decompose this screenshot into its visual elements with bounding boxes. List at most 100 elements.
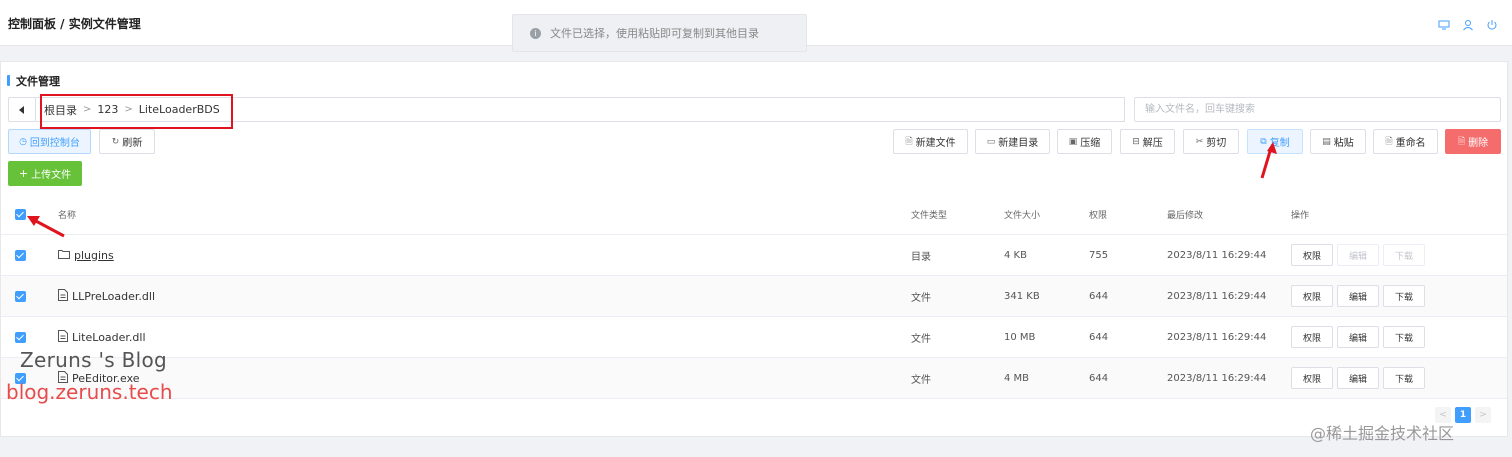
file-manager-panel: 文件管理 根目录 > 123 > LiteLoaderBDS ◷回到控制台 ↻刷… (0, 61, 1508, 437)
folder-icon (58, 249, 70, 262)
edit-button[interactable]: 编辑 (1337, 285, 1379, 307)
user-icon[interactable] (1462, 16, 1474, 31)
chevron-right-icon: > (124, 104, 133, 115)
compress-button[interactable]: ▣ 压缩 (1057, 129, 1112, 154)
box-open-icon: ⊟ (1132, 136, 1140, 147)
blog-name-watermark: Zeruns 's Blog (20, 348, 168, 372)
breadcrumb: 根目录 > 123 > LiteLoaderBDS (36, 97, 1125, 122)
back-to-console-button[interactable]: ◷ 回到控制台 (8, 129, 91, 154)
file-size: 4 MB (1004, 372, 1030, 384)
actions-cell: 权限 编辑 下载 (1291, 358, 1429, 398)
table-row[interactable]: LLPreLoader.dll 文件 341 KB 644 2023/8/11 … (1, 276, 1507, 317)
paste-button[interactable]: ▤ 粘贴 (1310, 129, 1366, 154)
file-permission: 644 (1089, 290, 1109, 302)
file-type: 文件 (911, 374, 931, 386)
upload-button[interactable]: + 上传文件 (8, 161, 82, 186)
file-name[interactable]: plugins (74, 249, 114, 262)
delete-button[interactable]: 🗎 删除 (1445, 129, 1501, 154)
info-icon: i (530, 27, 541, 39)
new-file-button[interactable]: 🗎 新建文件 (893, 129, 968, 154)
name-cell[interactable]: plugins (58, 235, 114, 275)
blog-url-watermark: blog.zeruns.tech (6, 380, 173, 404)
row-checkbox[interactable] (15, 290, 26, 302)
file-type: 文件 (911, 292, 931, 304)
row-checkbox-cell (15, 276, 26, 316)
new-folder-label: 新建目录 (998, 138, 1039, 149)
search-input[interactable] (1134, 97, 1501, 122)
upload-label: 上传文件 (31, 170, 72, 181)
file-permission: 644 (1089, 331, 1109, 343)
header-actions: 操作 (1291, 211, 1310, 221)
refresh-label: 刷新 (122, 138, 143, 149)
select-all-checkbox[interactable] (15, 209, 26, 220)
download-button[interactable]: 下载 (1383, 367, 1425, 389)
actions-cell: 权限 编辑 下载 (1291, 317, 1429, 357)
refresh-icon: ↻ (111, 136, 120, 147)
copy-button[interactable]: ⧉ 复制 (1247, 129, 1303, 154)
download-button[interactable]: 下载 (1383, 285, 1425, 307)
row-checkbox[interactable] (15, 249, 26, 261)
page-title: 控制面板 / 实例文件管理 (8, 17, 141, 31)
download-button[interactable]: 下载 (1383, 244, 1425, 266)
table-row[interactable]: plugins 目录 4 KB 755 2023/8/11 16:29:44 权… (1, 235, 1507, 276)
edit-button[interactable]: 编辑 (1337, 326, 1379, 348)
file-size: 10 MB (1004, 331, 1036, 343)
next-page-button[interactable]: > (1475, 407, 1491, 423)
site-watermark: @稀土掘金技术社区 (1310, 424, 1455, 443)
name-cell[interactable]: LLPreLoader.dll (58, 276, 155, 316)
header-size[interactable]: 文件大小 (1004, 195, 1040, 234)
edit-button[interactable]: 编辑 (1337, 367, 1379, 389)
rename-button[interactable]: 🗎 重命名 (1373, 129, 1438, 154)
download-button[interactable]: 下载 (1383, 326, 1425, 348)
power-icon[interactable] (1486, 16, 1498, 30)
compress-label: 压缩 (1080, 138, 1101, 149)
desktop-icon[interactable] (1438, 16, 1450, 30)
permission-button[interactable]: 权限 (1291, 367, 1333, 389)
new-folder-button[interactable]: ▭ 新建目录 (975, 129, 1050, 154)
row-checkbox-cell (15, 235, 26, 275)
breadcrumb-root[interactable]: 根目录 (44, 102, 77, 118)
refresh-button[interactable]: ↻ 刷新 (99, 129, 155, 154)
file-type: 文件 (911, 333, 931, 345)
extract-button[interactable]: ⊟ 解压 (1120, 129, 1175, 154)
file-size: 4 KB (1004, 249, 1027, 261)
file-modified: 2023/8/11 16:29:44 (1167, 372, 1267, 384)
file-name[interactable]: LLPreLoader.dll (72, 290, 155, 303)
cut-button[interactable]: ✂ 剪切 (1183, 129, 1239, 154)
copy-icon: ⧉ (1260, 136, 1267, 147)
table-row[interactable]: PeEditor.exe 文件 4 MB 644 2023/8/11 16:29… (1, 358, 1507, 399)
table-row[interactable]: LiteLoader.dll 文件 10 MB 644 2023/8/11 16… (1, 317, 1507, 358)
file-modified: 2023/8/11 16:29:44 (1167, 290, 1267, 302)
header-modified[interactable]: 最后修改 (1167, 195, 1203, 234)
delete-file-icon: 🗎 (1457, 136, 1466, 147)
edit-button[interactable]: 编辑 (1337, 244, 1379, 266)
paste-label: 粘贴 (1333, 138, 1354, 149)
back-button[interactable] (8, 97, 36, 122)
copy-label: 复制 (1269, 138, 1290, 149)
breadcrumb-folder[interactable]: 123 (97, 103, 118, 116)
permission-button[interactable]: 权限 (1291, 285, 1333, 307)
clock-icon: ◷ (19, 136, 27, 147)
permission-button[interactable]: 权限 (1291, 244, 1333, 266)
rename-label: 重命名 (1395, 138, 1426, 149)
breadcrumb-current[interactable]: LiteLoaderBDS (139, 103, 220, 116)
header-permission[interactable]: 权限 (1089, 195, 1107, 234)
header-name[interactable]: 名称 (58, 195, 76, 234)
file-size: 341 KB (1004, 290, 1040, 302)
panel-title: 文件管理 (7, 73, 60, 89)
new-folder-icon: ▭ (986, 136, 996, 147)
back-to-console-label: 回到控制台 (29, 138, 80, 149)
permission-button[interactable]: 权限 (1291, 326, 1333, 348)
file-name[interactable]: LiteLoader.dll (72, 331, 146, 344)
archive-icon: ▣ (1068, 136, 1078, 147)
file-type: 目录 (911, 251, 931, 263)
page-number[interactable]: 1 (1455, 407, 1471, 423)
actions-cell: 权限 编辑 下载 (1291, 276, 1429, 316)
top-icons (1438, 16, 1498, 31)
info-toast: i 文件已选择，使用粘贴即可复制到其他目录 (512, 14, 807, 52)
row-checkbox[interactable] (15, 331, 26, 343)
header-type[interactable]: 文件类型 (911, 195, 947, 234)
new-file-icon: 🗎 (905, 136, 913, 147)
table-header: 名称 文件类型 文件大小 权限 最后修改 操作 (1, 195, 1507, 235)
file-permission: 644 (1089, 372, 1109, 384)
